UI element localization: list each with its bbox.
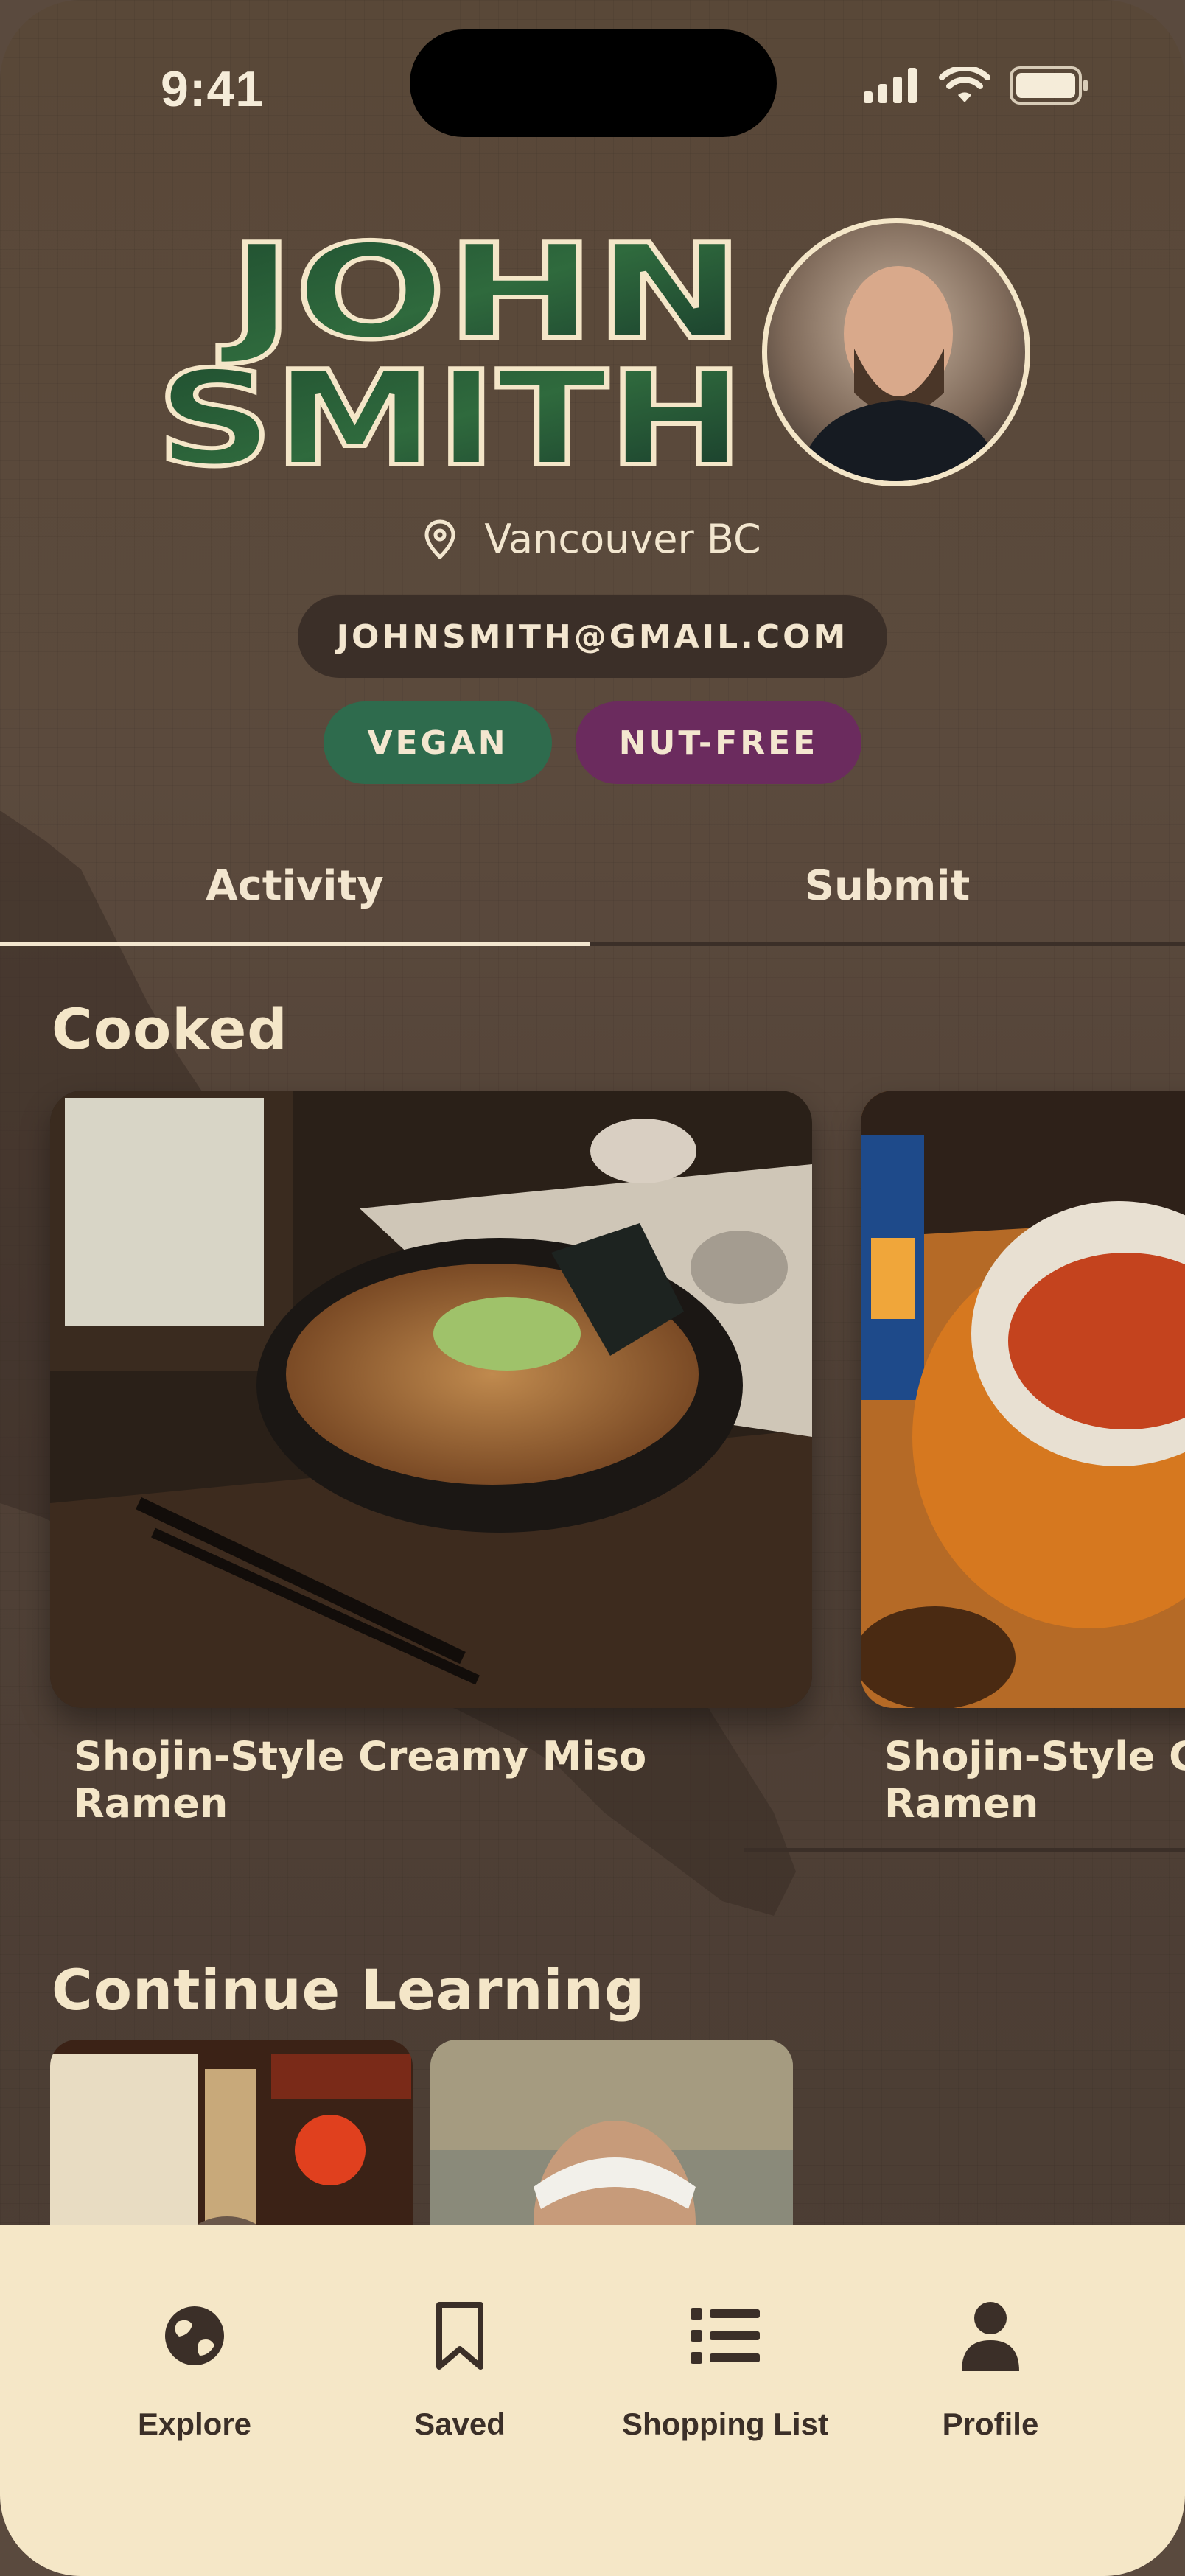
status-bar: 9:41 (0, 0, 1185, 147)
person-icon (962, 2302, 1019, 2371)
profile-tabs: Activity Submit (0, 847, 1185, 951)
profile-name: JOHN SMITH (147, 214, 759, 497)
name-graphic: JOHN SMITH (154, 214, 747, 497)
globe-icon (165, 2306, 224, 2365)
diet-tags: VEGAN NUT-FREE (0, 701, 1185, 784)
location-pin-icon (424, 519, 455, 559)
last-name: SMITH (156, 343, 744, 477)
bottom-navigation: Explore Saved Shopping List Profile (0, 2225, 1185, 2576)
recipe-title: Shojin-Style Creamy Miso Ramen (884, 1733, 1185, 1827)
active-tab-indicator (0, 942, 590, 946)
status-time: 9:41 (161, 61, 265, 117)
nav-label: Saved (414, 2407, 506, 2441)
recipe-title: Shojin-Style Creamy Miso Ramen (74, 1733, 647, 1827)
signal-icon (864, 68, 917, 103)
battery-icon (1010, 66, 1088, 105)
wifi-icon (939, 67, 990, 102)
recipe-card[interactable]: Shojin-Style Creamy Miso Ramen (50, 1091, 812, 1827)
tag-vegan[interactable]: VEGAN (324, 701, 552, 784)
avatar-image (797, 266, 1003, 481)
tag-nut-free[interactable]: NUT-FREE (576, 701, 861, 784)
tab-divider (590, 942, 1185, 946)
email-text: JOHNSMITH@GMAIL.COM (336, 617, 849, 656)
location-text: Vancouver BC (484, 516, 761, 562)
recipe-image (861, 1091, 1185, 1708)
section-title-cooked: Cooked (52, 996, 288, 1062)
tab-submit[interactable]: Submit (592, 862, 1182, 910)
nav-profile[interactable]: Profile (858, 2292, 1123, 2442)
app-screen: 9:41 JOHN SMITH Vancouver BC JOHNSMITH@G… (0, 0, 1185, 2576)
bookmark-icon (436, 2302, 483, 2370)
recipe-image (50, 1091, 812, 1708)
nav-label: Shopping List (622, 2407, 828, 2441)
section-divider (744, 1848, 1185, 1852)
dynamic-island (410, 29, 777, 137)
nav-label: Profile (942, 2407, 1039, 2441)
nav-label: Explore (137, 2407, 252, 2441)
avatar[interactable] (762, 218, 1030, 486)
status-icons (864, 66, 1089, 105)
email-badge[interactable]: JOHNSMITH@GMAIL.COM (298, 595, 887, 678)
recipe-card[interactable]: Shojin-Style Creamy Miso Ramen (861, 1091, 1185, 1827)
list-icon (691, 2308, 760, 2364)
location: Vancouver BC (0, 516, 1185, 562)
tab-activity[interactable]: Activity (0, 862, 590, 910)
section-title-continue-learning: Continue Learning (52, 1957, 646, 2023)
nav-saved[interactable]: Saved (327, 2292, 592, 2442)
nav-shopping-list[interactable]: Shopping List (592, 2292, 858, 2442)
nav-explore[interactable]: Explore (62, 2292, 327, 2442)
